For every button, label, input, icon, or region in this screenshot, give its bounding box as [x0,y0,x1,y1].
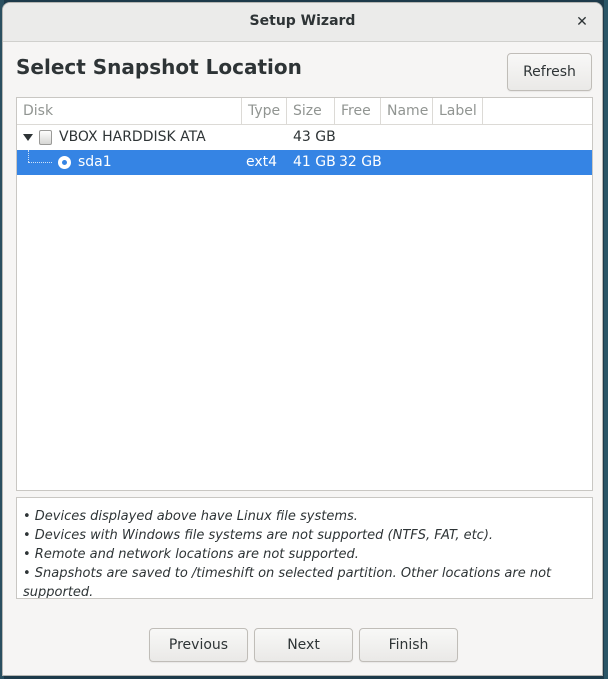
refresh-button[interactable]: Refresh [507,53,592,91]
column-header-name[interactable]: Name [381,98,433,124]
info-notes: • Devices displayed above have Linux fil… [16,497,593,599]
column-header-free[interactable]: Free [335,98,381,124]
tree-connector-line [28,150,29,162]
window-title: Setup Wizard [249,13,356,29]
column-header-size[interactable]: Size [287,98,335,124]
tree-row-disk[interactable]: VBOX HARDDISK ATA 43 GB [17,125,592,150]
tree-row-partition[interactable]: sda1 ext4 41 GB 32 GB [17,150,592,175]
desktop-background-right [604,0,608,679]
title-bar: Setup Wizard ✕ [3,3,602,42]
partition-size: 41 GB [293,154,336,170]
setup-wizard-window: Setup Wizard ✕ Select Snapshot Location … [2,2,603,676]
tree-header: Disk Type Size Free Name Label [17,98,592,125]
disk-name: VBOX HARDDISK ATA [59,129,206,145]
close-icon[interactable]: ✕ [572,12,592,32]
partition-name: sda1 [78,154,112,170]
partition-free: 32 GB [339,154,382,170]
page-title: Select Snapshot Location [16,55,302,79]
note-line: • Devices displayed above have Linux fil… [23,509,358,524]
expander-down-icon[interactable] [23,134,33,141]
disk-tree-view[interactable]: Disk Type Size Free Name Label VBOX HARD… [16,97,593,491]
tree-connector-line [28,162,52,163]
note-line: • Remote and network locations are not s… [23,547,359,562]
next-button[interactable]: Next [254,628,353,662]
note-line: • Devices with Windows file systems are … [23,528,494,543]
previous-button[interactable]: Previous [149,628,248,662]
column-header-disk[interactable]: Disk [17,98,242,124]
hard-disk-icon [39,130,52,145]
partition-radio[interactable] [58,156,71,169]
disk-size: 43 GB [293,129,336,145]
finish-button[interactable]: Finish [359,628,458,662]
column-header-type[interactable]: Type [242,98,287,124]
partition-type: ext4 [246,154,278,170]
note-line: • Snapshots are saved to /timeshift on s… [23,566,552,599]
column-header-label[interactable]: Label [433,98,483,124]
